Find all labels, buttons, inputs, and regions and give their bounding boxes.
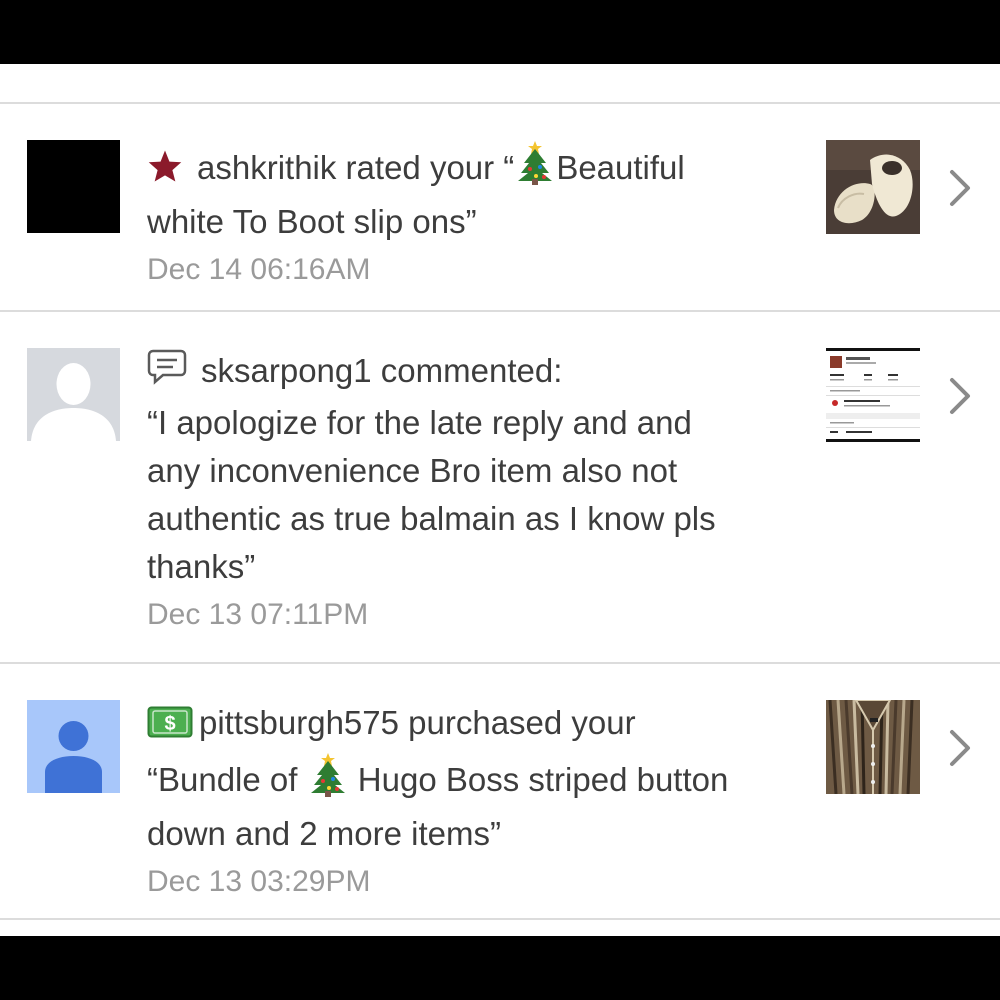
christmas-tree-icon <box>516 139 554 198</box>
notification-content: $ pittsburgh575 purchased your “Bundle of… <box>147 699 807 906</box>
comment-icon <box>147 348 187 399</box>
username[interactable]: pittsburgh575 <box>199 704 399 741</box>
chevron-right-icon[interactable] <box>944 376 976 416</box>
timestamp: Dec 14 06:16AM <box>147 253 371 286</box>
timestamp: Dec 13 03:29PM <box>147 865 371 898</box>
username[interactable]: ashkrithik <box>197 149 336 186</box>
avatar[interactable] <box>27 700 120 793</box>
christmas-tree-icon <box>309 751 347 810</box>
avatar[interactable] <box>27 348 120 441</box>
notification-row[interactable]: $ pittsburgh575 purchased your “Bundle of… <box>0 664 1000 918</box>
notifications-screen: ashkrithik rated your “ Beautiful white … <box>0 64 1000 936</box>
comment-text: “I apologize for the late reply and and … <box>147 404 716 585</box>
action-text: rated your “ <box>336 149 515 186</box>
item-thumbnail[interactable] <box>826 700 920 794</box>
action-text: commented: <box>371 352 563 389</box>
star-icon <box>147 148 183 196</box>
username[interactable]: sksarpong1 <box>201 352 372 389</box>
dollar-icon: $ <box>147 703 193 751</box>
action-text: purchased your <box>398 704 636 741</box>
timestamp: Dec 13 07:11PM <box>147 598 369 631</box>
avatar[interactable] <box>27 140 120 233</box>
chevron-right-icon[interactable] <box>944 168 976 208</box>
notification-row[interactable]: ashkrithik rated your “ Beautiful white … <box>0 104 1000 310</box>
notification-row[interactable]: sksarpong1 commented: “I apologize for th… <box>0 312 1000 662</box>
item-thumbnail[interactable] <box>826 140 920 234</box>
item-thumbnail[interactable] <box>826 348 920 442</box>
svg-text:$: $ <box>164 713 175 735</box>
notification-content: sksarpong1 commented: “I apologize for th… <box>147 347 807 639</box>
notification-content: ashkrithik rated your “ Beautiful white … <box>147 139 807 294</box>
chevron-right-icon[interactable] <box>944 728 976 768</box>
divider <box>0 918 1000 920</box>
item-title-start: “Bundle of <box>147 761 307 798</box>
